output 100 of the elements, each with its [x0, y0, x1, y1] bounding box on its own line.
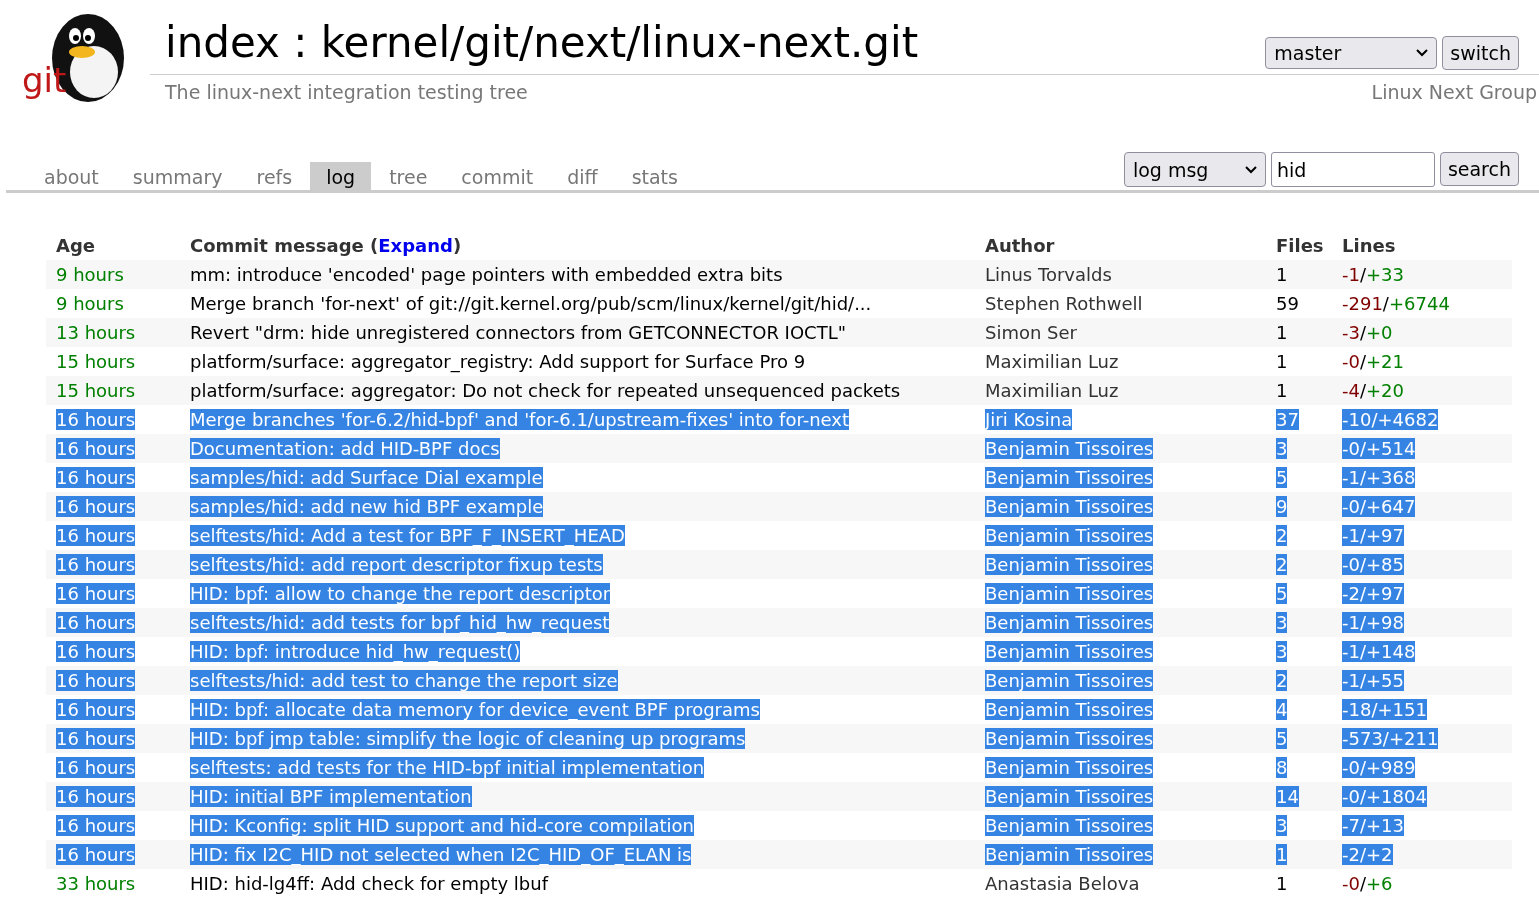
repo-description: The linux-next integration testing tree — [165, 81, 528, 103]
files-cell: 1 — [1276, 380, 1288, 401]
author-cell: Benjamin Tissoires — [985, 786, 1154, 807]
age-cell: 16 hours — [56, 612, 136, 633]
commit-message-link[interactable]: HID: bpf jmp table: simplify the logic of cleaning up programs — [190, 728, 746, 749]
files-cell: 37 — [1276, 409, 1299, 430]
age-cell: 16 hours — [56, 757, 136, 778]
commit-message-link[interactable]: selftests/hid: add tests for bpf_hid_hw_request — [190, 612, 610, 633]
files-cell: 1 — [1276, 873, 1288, 894]
files-cell: 9 — [1276, 496, 1288, 517]
lines-changed-cell: -18/+151 — [1342, 699, 1427, 720]
author-cell: Benjamin Tissoires — [985, 467, 1154, 488]
lines-changed-cell: -1/+33 — [1342, 264, 1405, 285]
files-cell: 1 — [1276, 322, 1288, 343]
commit-message-link[interactable]: Merge branch 'for-next' of git://git.kernel.org/pub/scm/linux/kernel/git/hid/... — [190, 293, 872, 314]
nav-tab[interactable]: diff — [551, 162, 614, 190]
column-header: Author — [985, 235, 1056, 256]
commit-message-link[interactable]: samples/hid: add new hid BPF example — [190, 496, 544, 517]
files-cell: 5 — [1276, 467, 1288, 488]
nav-tab[interactable]: stats — [615, 162, 694, 190]
age-cell: 16 hours — [56, 641, 136, 662]
age-cell: 16 hours — [56, 409, 136, 430]
age-cell: 13 hours — [56, 322, 136, 343]
lines-changed-cell: -0/+1804 — [1342, 786, 1427, 807]
age-cell: 16 hours — [56, 670, 136, 691]
commit-message-link[interactable]: selftests/hid: add test to change the report size — [190, 670, 618, 691]
commit-message-link[interactable]: Revert "drm: hide unregistered connectors from GETCONNECTOR IOCTL" — [190, 322, 846, 343]
branch-select[interactable]: master — [1265, 37, 1438, 69]
search-field[interactable]: hid — [1270, 152, 1435, 187]
files-cell: 3 — [1276, 438, 1288, 459]
commit-message-link[interactable]: HID: bpf: allow to change the report descriptor — [190, 583, 611, 604]
age-cell: 16 hours — [56, 815, 136, 836]
chevron-down-icon — [1244, 165, 1257, 174]
search-mode-select[interactable]: log msg — [1123, 152, 1266, 187]
author-cell: Linus Torvalds — [985, 264, 1112, 285]
lines-changed-cell: -573/+211 — [1342, 728, 1439, 749]
lines-changed-cell: -0/+514 — [1342, 438, 1416, 459]
repo-owner: Linux Next Group — [1371, 81, 1537, 103]
commit-message-link[interactable]: mm: introduce 'encoded' page pointers with embedded extra bits — [190, 264, 783, 285]
lines-changed-cell: -1/+97 — [1342, 525, 1405, 546]
author-cell: Benjamin Tissoires — [985, 612, 1154, 633]
age-cell: 16 hours — [56, 728, 136, 749]
nav-tab[interactable]: log — [310, 162, 372, 190]
lines-changed-cell: -10/+4682 — [1342, 409, 1439, 430]
lines-changed-cell: -7/+13 — [1342, 815, 1405, 836]
lines-changed-cell: -1/+98 — [1342, 612, 1405, 633]
commit-message-link[interactable]: selftests/hid: add report descriptor fixup tests — [190, 554, 603, 575]
files-cell: 1 — [1276, 844, 1288, 865]
commit-message-link[interactable]: selftests: add tests for the HID-bpf initial implementation — [190, 757, 705, 778]
author-cell: Maximilian Luz — [985, 380, 1119, 401]
author-cell: Benjamin Tissoires — [985, 554, 1154, 575]
files-cell: 3 — [1276, 815, 1288, 836]
age-cell: 16 hours — [56, 525, 136, 546]
files-cell: 8 — [1276, 757, 1288, 778]
author-cell: Simon Ser — [985, 322, 1077, 343]
lines-changed-cell: -1/+368 — [1342, 467, 1416, 488]
column-header: Commit message (Expand) — [190, 235, 462, 256]
lines-changed-cell: -2/+97 — [1342, 583, 1405, 604]
column-header: Lines — [1342, 235, 1397, 256]
nav-tab[interactable]: about — [28, 162, 115, 190]
commit-message-link[interactable]: samples/hid: add Surface Dial example — [190, 467, 543, 488]
column-header: Age — [56, 235, 97, 256]
age-cell: 15 hours — [56, 351, 136, 372]
age-cell: 16 hours — [56, 583, 136, 604]
author-cell: Stephen Rothwell — [985, 293, 1143, 314]
commit-message-link[interactable]: selftests/hid: Add a test for BPF_F_INSERT_HEAD — [190, 525, 625, 546]
author-cell: Benjamin Tissoires — [985, 699, 1154, 720]
author-cell: Jiri Kosina — [985, 409, 1073, 430]
age-cell: 16 hours — [56, 554, 136, 575]
commit-message-link[interactable]: Documentation: add HID-BPF docs — [190, 438, 500, 459]
commit-message-link[interactable]: platform/surface: aggregator: Do not check for repeated unsequenced packets — [190, 380, 901, 401]
files-cell: 2 — [1276, 670, 1288, 691]
author-cell: Benjamin Tissoires — [985, 525, 1154, 546]
lines-changed-cell: -2/+2 — [1342, 844, 1393, 865]
lines-changed-cell: -0/+647 — [1342, 496, 1416, 517]
commit-message-link[interactable]: Merge branches 'for-6.2/hid-bpf' and 'for-6.1/upstream-fixes' into for-next — [190, 409, 850, 430]
files-cell: 14 — [1276, 786, 1299, 807]
files-cell: 3 — [1276, 641, 1288, 662]
nav-tab[interactable]: commit — [445, 162, 550, 190]
commit-message-link[interactable]: HID: hid-lg4ff: Add check for empty lbuf — [190, 873, 548, 894]
author-cell: Benjamin Tissoires — [985, 670, 1154, 691]
commit-message-link[interactable]: HID: fix I2C_HID not selected when I2C_HID_OF_ELAN is — [190, 844, 692, 865]
lines-changed-cell: -0/+85 — [1342, 554, 1405, 575]
files-cell: 1 — [1276, 351, 1288, 372]
commit-message-link[interactable]: HID: bpf: introduce hid_hw_request() — [190, 641, 521, 662]
expand-link[interactable]: Expand — [378, 235, 453, 256]
commit-message-link[interactable]: HID: bpf: allocate data memory for device_event BPF programs — [190, 699, 760, 720]
author-cell: Benjamin Tissoires — [985, 815, 1154, 836]
author-cell: Benjamin Tissoires — [985, 438, 1154, 459]
nav-tab[interactable]: summary — [116, 162, 239, 190]
age-cell: 16 hours — [56, 496, 136, 517]
switch-button[interactable]: switch — [1442, 36, 1519, 70]
author-cell: Benjamin Tissoires — [985, 844, 1154, 865]
commit-message-link[interactable]: platform/surface: aggregator_registry: Add support for Surface Pro 9 — [190, 351, 806, 372]
commit-message-link[interactable]: HID: initial BPF implementation — [190, 786, 472, 807]
search-button[interactable]: search — [1439, 152, 1519, 186]
commit-message-link[interactable]: HID: Kconfig: split HID support and hid-core compilation — [190, 815, 694, 836]
nav-tab[interactable]: tree — [373, 162, 444, 190]
nav-tab[interactable]: refs — [240, 162, 309, 190]
chevron-down-icon — [1416, 49, 1429, 57]
